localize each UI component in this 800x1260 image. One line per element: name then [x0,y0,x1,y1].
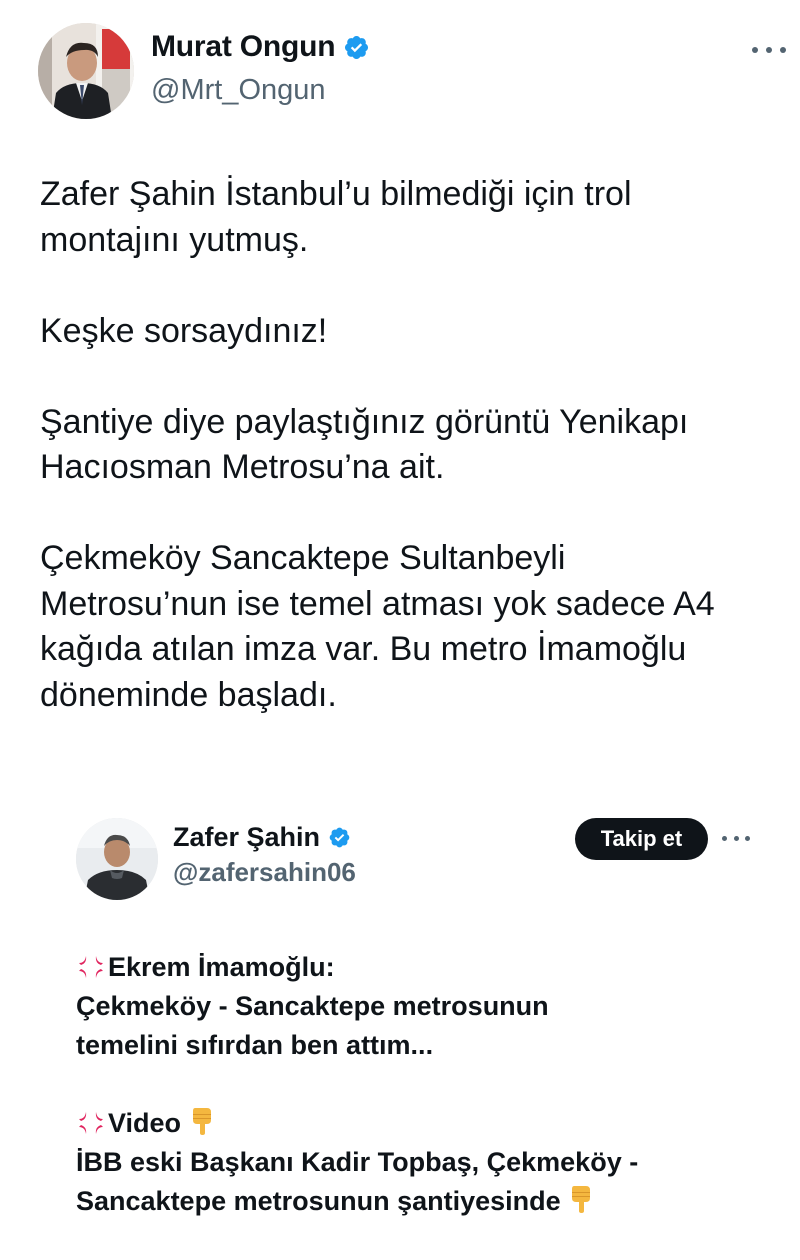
quoted-line: temelini sıfırdan ben attım... [76,1030,434,1060]
quoted-author-name[interactable]: Zafer Şahin [173,822,320,853]
tweet-line: döneminde başladı. [40,675,337,714]
author-photo [38,23,134,119]
pointing-down-hand-icon [192,1108,211,1135]
tweet-line: montajını yutmuş. [40,220,309,259]
anger-symbol-icon [79,1112,103,1134]
tweet-text: Zafer Şahin İstanbul’u bilmediği için tr… [40,172,780,764]
quoted-author-avatar[interactable] [76,818,158,900]
tweet-paragraph: Keşke sorsaydınız! [40,309,780,355]
quoted-paragraph: Video İBB eski Başkanı Kadir Topbaş, Çek… [76,1104,776,1221]
tweet-paragraph: Çekmeköy Sancaktepe Sultanbeyli Metrosu’… [40,536,780,718]
author-handle[interactable]: @Mrt_Ongun [151,74,326,107]
author-name-row: Murat Ongun [151,30,370,64]
quoted-line: Sancaktepe metrosunun şantiyesinde [76,1186,561,1216]
quoted-line: İBB eski Başkanı Kadir Topbaş, Çekmeköy … [76,1147,639,1177]
tweet-line: Zafer Şahin İstanbul’u bilmediği için tr… [40,175,632,213]
tweet-line: Keşke sorsaydınız! [40,311,328,350]
tweet-line: Metrosu’nun ise temel atması yok sadece … [40,584,715,623]
quoted-tweet-text: Ekrem İmamoğlu: Çekmeköy - Sancaktepe me… [76,948,776,1260]
more-options-icon[interactable] [752,40,786,60]
pointing-down-hand-icon [572,1186,591,1213]
tweet-line: Şantiye diye paylaştığınız görüntü Yenik… [40,402,689,441]
tweet-line: Hacıosman Metrosu’na ait. [40,448,445,486]
quoted-author-photo [76,818,158,900]
anger-symbol-icon [79,956,103,978]
tweet-line: Çekmeköy Sancaktepe Sultanbeyli [40,539,566,577]
verified-badge-icon [345,35,369,59]
tweet-paragraph: Şantiye diye paylaştığınız görüntü Yenik… [40,400,780,491]
quoted-more-options-icon[interactable] [722,832,750,844]
tweet-paragraph: Zafer Şahin İstanbul’u bilmediği için tr… [40,172,780,263]
quoted-heading: Video [108,1108,182,1138]
quoted-line: Çekmeköy - Sancaktepe metrosunun [76,991,549,1021]
tweet-line: kağıda atılan imza var. Bu metro İmamoğl… [40,630,687,668]
author-name[interactable]: Murat Ongun [151,30,336,64]
quoted-verified-badge-icon [329,827,350,848]
quoted-heading: Ekrem İmamoğlu: [108,952,335,982]
quoted-author-name-row: Zafer Şahin [173,822,351,853]
quoted-author-handle[interactable]: @zafersahin06 [173,857,356,888]
author-avatar[interactable] [38,23,134,119]
quoted-paragraph: Ekrem İmamoğlu: Çekmeköy - Sancaktepe me… [76,948,776,1065]
follow-button[interactable]: Takip et [575,818,708,860]
